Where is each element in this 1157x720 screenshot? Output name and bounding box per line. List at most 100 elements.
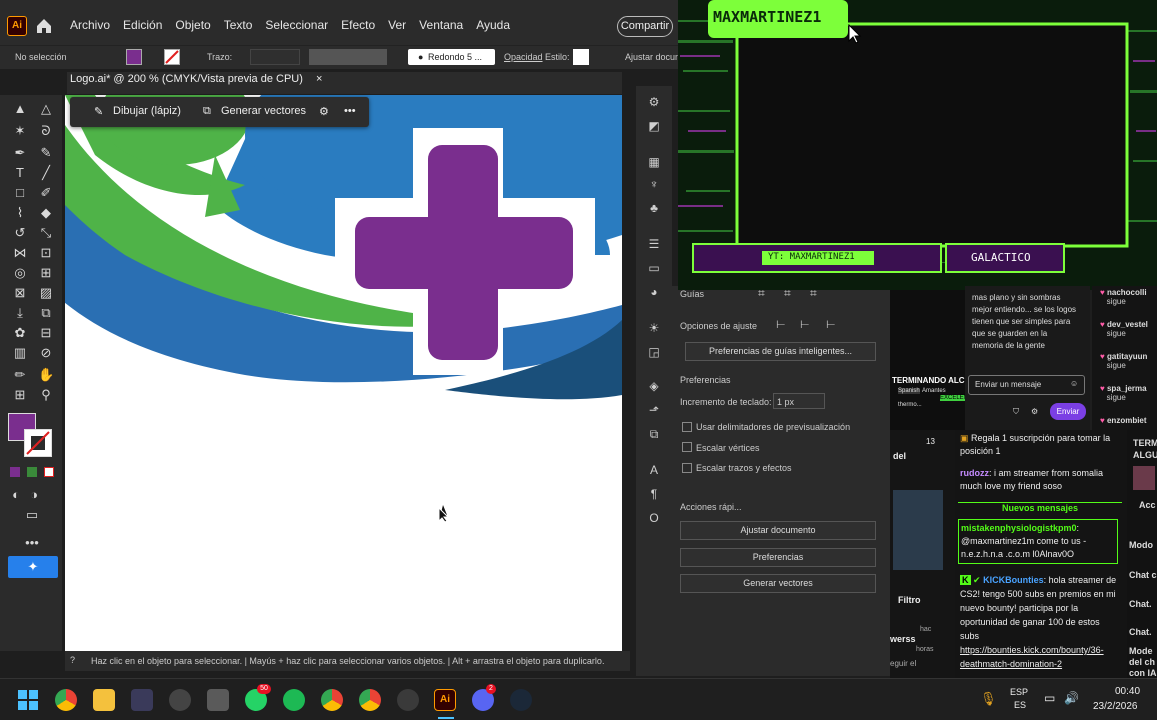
paintbrush-icon[interactable]: ✐ [38, 185, 54, 201]
scale-corners-checkbox[interactable] [682, 442, 692, 452]
clock-date[interactable]: 23/2/2026 [1093, 701, 1138, 712]
calculator-icon[interactable] [207, 689, 229, 711]
type-tool-icon[interactable]: T [12, 165, 28, 181]
properties-icon[interactable]: ◩ [646, 118, 662, 134]
microphone-icon[interactable]: 🎙 [980, 691, 997, 707]
fill-swatch[interactable] [126, 49, 142, 65]
menu-texto[interactable]: Texto [224, 18, 253, 32]
selection-tool-icon[interactable]: ▲ [12, 101, 28, 117]
document-tab[interactable]: Logo.ai* @ 200 % (CMYK/Vista previa de C… [70, 73, 322, 93]
brushes-icon[interactable]: ♆ [646, 176, 662, 192]
chrome-profile-icon[interactable] [321, 689, 343, 711]
snap-glyph-icon[interactable]: ⊢ [800, 318, 810, 331]
start-icon[interactable] [17, 689, 39, 711]
close-tab-icon[interactable]: × [316, 73, 322, 85]
chrome-icon[interactable] [55, 689, 77, 711]
emoji-icon[interactable]: ☺ [1070, 379, 1078, 388]
variable-width-dropdown[interactable] [309, 49, 387, 65]
export-icon[interactable]: ⬏ [646, 402, 662, 418]
bounty-link[interactable]: https://bounties.kick.com/bounty/36-deat… [960, 645, 1104, 669]
settings-icon[interactable]: ⚙ [319, 105, 329, 118]
zoom-tool-icon[interactable]: ⚲ [38, 387, 54, 403]
ai-assistant-icon[interactable]: ✦ [8, 556, 58, 578]
illustrator-logo[interactable]: Ai [7, 16, 27, 36]
app-icon[interactable] [397, 689, 419, 711]
smart-guides-button[interactable]: Preferencias de guías inteligentes... [685, 342, 876, 361]
stroke-swatch[interactable] [164, 49, 180, 65]
draw-normal-icon[interactable]: ◐ [8, 487, 24, 503]
opentype-icon[interactable]: O [646, 510, 662, 526]
none-mode-icon[interactable] [44, 467, 54, 477]
shape-builder-icon[interactable]: ◎ [12, 265, 28, 281]
pen-tool-icon[interactable]: ✒ [12, 145, 28, 161]
eraser-icon[interactable]: ◆ [38, 205, 54, 221]
symbol-sprayer-icon[interactable]: ✿ [12, 325, 28, 341]
artboards-icon[interactable]: ⧉ [646, 426, 662, 442]
chrome-profile-2-icon[interactable] [359, 689, 381, 711]
menu-objeto[interactable]: Objeto [175, 18, 210, 32]
artboard-tool-icon[interactable]: ⊟ [38, 325, 54, 341]
direct-selection-tool-icon[interactable]: △ [38, 101, 54, 117]
keyboard-increment-field[interactable]: 1 px [773, 393, 825, 409]
artboard-canvas[interactable] [65, 95, 622, 651]
menu-edicion[interactable]: Edición [123, 18, 162, 32]
eyedropper-2-icon[interactable]: ✏ [12, 367, 28, 383]
menu-seleccionar[interactable]: Seleccionar [265, 18, 328, 32]
appearance-icon[interactable]: ☀ [646, 320, 662, 336]
rectangle-tool-icon[interactable]: □ [12, 185, 28, 201]
scale-tool-icon[interactable]: ⤡ [38, 225, 54, 241]
curvature-tool-icon[interactable]: ✎ [38, 145, 54, 161]
language-indicator[interactable]: ESP [1010, 687, 1028, 697]
eyedropper-icon[interactable]: ⤓ [12, 305, 28, 321]
column-graph-icon[interactable]: ▥ [12, 345, 28, 361]
gradient-mode-icon[interactable] [27, 467, 37, 477]
preferences-btn[interactable]: Preferencias [680, 548, 876, 567]
artboard-2-icon[interactable]: ⊞ [12, 387, 28, 403]
snap-pixel-icon[interactable]: ⊢ [826, 318, 836, 331]
snap-point-icon[interactable]: ⊢ [776, 318, 786, 331]
blend-tool-icon[interactable]: ⧉ [38, 305, 54, 321]
gradient-panel-icon[interactable]: ▭ [646, 260, 662, 276]
scale-strokes-checkbox[interactable] [682, 463, 692, 473]
shield-icon[interactable]: ⛉ [1013, 407, 1019, 417]
menu-ver[interactable]: Ver [388, 18, 406, 32]
character-icon[interactable]: A [646, 462, 662, 478]
share-button[interactable]: Compartir [617, 16, 673, 37]
illustrator-taskbar-icon[interactable]: Ai [434, 689, 456, 711]
generate-vectors-button[interactable]: Generar vectores [221, 105, 306, 117]
style-swatch[interactable] [573, 49, 589, 65]
stroke-weight-field[interactable] [250, 49, 300, 65]
perspective-grid-icon[interactable]: ⊞ [38, 265, 54, 281]
color-mode-icon[interactable] [10, 467, 20, 477]
slice-tool-icon[interactable]: ⊘ [38, 345, 54, 361]
gift-sub-banner[interactable]: ▣ Regala 1 suscripción para tomar la pos… [960, 432, 1120, 458]
gradient-tool-icon[interactable]: ▨ [38, 285, 54, 301]
width-tool-icon[interactable]: ⋈ [12, 245, 28, 261]
menu-efecto[interactable]: Efecto [341, 18, 375, 32]
menu-archivo[interactable]: Archivo [70, 18, 110, 32]
clock-time[interactable]: 00:40 [1115, 686, 1140, 697]
graphic-styles-icon[interactable]: ◲ [646, 344, 662, 360]
network-icon[interactable]: ▭ [1044, 691, 1055, 705]
adjust-document-btn[interactable]: Ajustar documento [680, 521, 876, 540]
draw-pencil-button[interactable]: Dibujar (lápiz) [113, 105, 181, 117]
generate-vectors-btn[interactable]: Generar vectores [680, 574, 876, 593]
shaper-tool-icon[interactable]: ⌇ [12, 205, 28, 221]
stroke-color-icon[interactable] [24, 429, 52, 457]
chat-input[interactable]: Enviar un mensaje [968, 375, 1085, 395]
symbols-icon[interactable]: ♣ [646, 200, 662, 216]
more-options-icon[interactable]: ••• [344, 105, 356, 117]
menu-ventana[interactable]: Ventana [419, 18, 463, 32]
menu-ayuda[interactable]: Ayuda [476, 18, 510, 32]
paragraph-icon[interactable]: ¶ [646, 486, 662, 502]
volume-icon[interactable]: 🔊 [1064, 691, 1079, 705]
home-icon[interactable] [34, 16, 54, 36]
file-explorer-icon[interactable] [93, 689, 115, 711]
filter-label[interactable]: Filtro [898, 595, 921, 605]
swatches-icon[interactable]: ▦ [646, 154, 662, 170]
stream-thumbnail[interactable]: TERMINANDO ALC Spanish Amantes EXCELEN t… [890, 290, 969, 430]
layers-icon[interactable]: ◈ [646, 378, 662, 394]
gear-icon[interactable]: ⚙ [1031, 407, 1038, 416]
magic-wand-icon[interactable]: ✶ [12, 123, 28, 139]
screen-mode-icon[interactable]: ▭ [24, 507, 40, 523]
